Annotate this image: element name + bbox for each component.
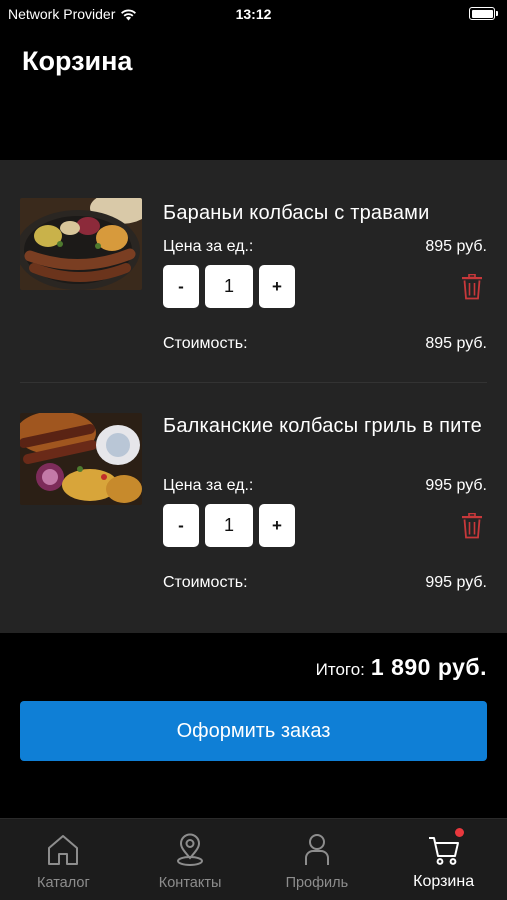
decrease-quantity-button[interactable]: -: [163, 504, 199, 547]
cost-label: Стоимость:: [163, 335, 248, 352]
cart-item: Балканские колбасы гриль в пите Цена за …: [0, 383, 507, 606]
battery-icon: [469, 7, 498, 20]
unit-price-label: Цена за ед.:: [163, 477, 254, 494]
trash-icon[interactable]: [461, 513, 483, 539]
quantity-stepper: - 1 +: [163, 265, 295, 308]
increase-quantity-button[interactable]: +: [259, 504, 295, 547]
tab-label: Контакты: [158, 875, 222, 891]
checkout-button[interactable]: Оформить заказ: [20, 701, 487, 761]
cost-value: 895 руб.: [425, 335, 487, 352]
tab-label: Корзина: [413, 873, 475, 890]
product-image[interactable]: [20, 198, 142, 290]
unit-price-label: Цена за ед.:: [163, 238, 254, 255]
tab-catalog[interactable]: Каталог: [0, 819, 127, 900]
cart-item: Бараньи колбасы с травами Цена за ед.: 8…: [0, 160, 507, 383]
product-name: Балканские колбасы гриль в пите: [163, 415, 482, 437]
product-name: Бараньи колбасы с травами: [163, 202, 430, 224]
status-time: 13:12: [235, 6, 272, 22]
tab-profile[interactable]: Профиль: [254, 819, 381, 900]
tab-label: Профиль: [285, 875, 349, 891]
tab-label: Каталог: [37, 875, 90, 891]
tab-bar: Каталог Контакты Профиль Корзина: [0, 818, 507, 900]
product-image[interactable]: [20, 413, 142, 505]
increase-quantity-button[interactable]: +: [259, 265, 295, 308]
trash-icon[interactable]: [461, 274, 483, 300]
tab-cart[interactable]: Корзина: [380, 819, 507, 900]
cost-value: 995 руб.: [425, 574, 487, 591]
decrease-quantity-button[interactable]: -: [163, 265, 199, 308]
home-icon: [48, 835, 79, 865]
quantity-value: 1: [205, 265, 253, 308]
quantity-stepper: - 1 +: [163, 504, 295, 547]
cart-badge: [454, 828, 464, 837]
cost-label: Стоимость:: [163, 574, 248, 591]
order-total: Итого: 1 890 руб.: [316, 654, 487, 681]
cart-icon-wrapper: [427, 828, 464, 867]
total-label: Итого:: [315, 660, 365, 679]
page-title: Корзина: [22, 46, 133, 76]
unit-price-value: 995 руб.: [425, 477, 487, 494]
total-value: 1 890 руб.: [370, 654, 487, 680]
person-icon: [304, 834, 329, 865]
location-pin-icon: [177, 833, 204, 866]
status-bar: Network Provider 13:12: [0, 0, 507, 28]
tab-contacts[interactable]: Контакты: [127, 819, 254, 900]
unit-price-value: 895 руб.: [425, 238, 487, 255]
cart-list: Бараньи колбасы с травами Цена за ед.: 8…: [0, 160, 507, 633]
cart-icon: [428, 837, 459, 865]
quantity-value: 1: [205, 504, 253, 547]
